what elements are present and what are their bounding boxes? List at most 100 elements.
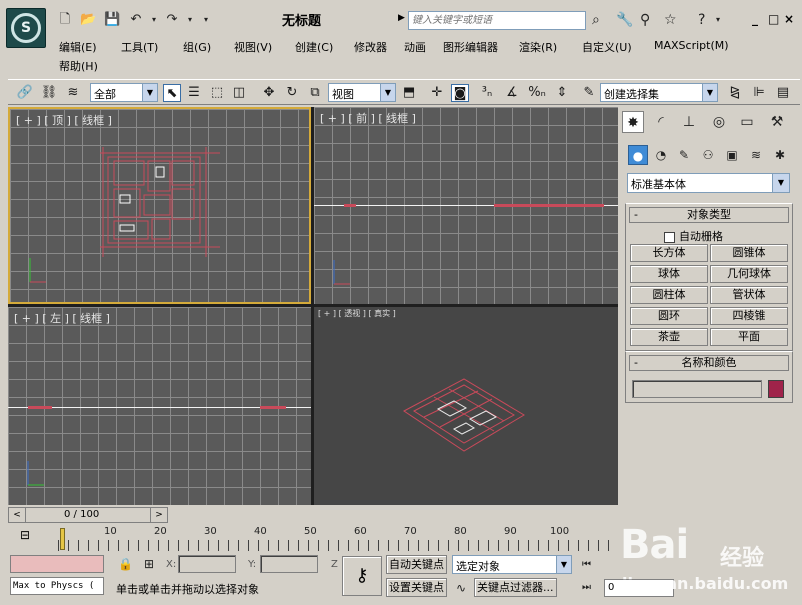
name-color-header[interactable]: - 名称和颜色 bbox=[629, 355, 789, 371]
layer-manager-icon[interactable]: ▤ bbox=[774, 84, 792, 102]
spinner-snap-icon[interactable]: ⇕ bbox=[553, 84, 571, 102]
viewport-front[interactable]: [ + ] [ 前 ] [ 线框 ] bbox=[314, 107, 618, 304]
help-icon[interactable]: ? bbox=[698, 12, 705, 28]
link-icon[interactable]: 🔗 bbox=[16, 84, 34, 102]
y-coordinate-field[interactable] bbox=[260, 555, 318, 573]
help-dropdown-icon[interactable]: ▾ bbox=[716, 12, 720, 28]
key-mode-toggle-icon[interactable]: ⏭ bbox=[582, 582, 591, 593]
select-object-icon[interactable]: ⬉ bbox=[163, 84, 181, 102]
geosphere-button[interactable]: 几何球体 bbox=[710, 265, 788, 283]
selection-filter-dropdown[interactable]: 全部 ▼ bbox=[90, 83, 158, 102]
percent-snap-icon[interactable]: %ₙ bbox=[528, 84, 546, 102]
utilities-tab-icon[interactable]: ⚒ bbox=[766, 111, 788, 133]
named-selection-dropdown[interactable]: 创建选择集 ▼ bbox=[600, 83, 718, 102]
viewport-top-label[interactable]: [ + ] [ 顶 ] [ 线框 ] bbox=[16, 112, 112, 128]
menu-create[interactable]: 创建(C) bbox=[295, 39, 333, 55]
reference-coordinate-dropdown[interactable]: 视图 ▼ bbox=[328, 83, 396, 102]
viewport-left-label[interactable]: [ + ] [ 左 ] [ 线框 ] bbox=[14, 310, 110, 326]
torus-button[interactable]: 圆环 bbox=[630, 307, 708, 325]
menu-rendering[interactable]: 渲染(R) bbox=[519, 39, 557, 55]
menu-modifiers[interactable]: 修改器 bbox=[354, 39, 387, 55]
create-tab-icon[interactable]: ✸ bbox=[622, 111, 644, 133]
next-frame-icon[interactable]: > bbox=[152, 508, 166, 522]
save-icon[interactable]: 💾 bbox=[104, 12, 120, 28]
new-file-icon[interactable]: 🗋 bbox=[57, 12, 73, 28]
search-input[interactable] bbox=[408, 11, 586, 30]
search-expand-icon[interactable]: ▶ bbox=[398, 13, 405, 23]
menu-views[interactable]: 视图(V) bbox=[234, 39, 272, 55]
app-logo-button[interactable]: S bbox=[6, 8, 46, 48]
viewport-front-label[interactable]: [ + ] [ 前 ] [ 线框 ] bbox=[320, 110, 416, 126]
cameras-subtab-icon[interactable]: ⚇ bbox=[698, 145, 718, 165]
box-button[interactable]: 长方体 bbox=[630, 244, 708, 262]
pivot-center-icon[interactable]: ⬒ bbox=[400, 84, 418, 102]
scale-icon[interactable]: ⧉ bbox=[306, 84, 324, 102]
helpers-subtab-icon[interactable]: ▣ bbox=[722, 145, 742, 165]
absolute-mode-icon[interactable]: ⊞ bbox=[144, 557, 154, 571]
cylinder-button[interactable]: 圆柱体 bbox=[630, 286, 708, 304]
menu-maxscript[interactable]: MAXScript(M) bbox=[654, 39, 729, 52]
key-filters-button[interactable]: 关键点过滤器... bbox=[474, 578, 557, 597]
selection-set-dropdown[interactable]: 选定对象 ▼ bbox=[452, 555, 572, 574]
minimize-button[interactable]: _ bbox=[752, 12, 758, 26]
mirror-icon[interactable]: ⧎ bbox=[726, 84, 744, 102]
object-name-field[interactable] bbox=[632, 380, 762, 398]
shapes-subtab-icon[interactable]: ◔ bbox=[651, 145, 671, 165]
tube-button[interactable]: 管状体 bbox=[710, 286, 788, 304]
prev-frame-icon[interactable]: < bbox=[10, 508, 24, 522]
geometry-subtab-icon[interactable]: ● bbox=[628, 145, 648, 165]
viewport-perspective-label[interactable]: [ + ] [ 透视 ] [ 真实 ] bbox=[318, 308, 396, 319]
modify-tab-icon[interactable]: ◜ bbox=[650, 111, 672, 133]
object-color-swatch[interactable] bbox=[768, 380, 784, 398]
maximize-button[interactable]: □ bbox=[768, 12, 779, 26]
cone-button[interactable]: 圆锥体 bbox=[710, 244, 788, 262]
close-button[interactable]: × bbox=[784, 12, 794, 26]
star-icon[interactable]: ☆ bbox=[664, 12, 677, 28]
rect-selection-region-icon[interactable]: ⬚ bbox=[208, 84, 226, 102]
satellite-icon[interactable]: ⚲ bbox=[640, 12, 650, 28]
object-type-header[interactable]: - 对象类型 bbox=[629, 207, 789, 223]
select-by-name-icon[interactable]: ☰ bbox=[185, 84, 203, 102]
menu-customize[interactable]: 自定义(U) bbox=[582, 39, 632, 55]
maxscript-listener-mini[interactable] bbox=[10, 555, 104, 573]
snaps-toggle-icon[interactable]: ³ₙ bbox=[478, 84, 496, 102]
keyboard-shortcut-override-icon[interactable]: ◙ bbox=[451, 84, 469, 102]
spacewarps-subtab-icon[interactable]: ≋ bbox=[746, 145, 766, 165]
time-marker[interactable] bbox=[60, 528, 65, 550]
undo-icon[interactable]: ↶ bbox=[128, 12, 144, 28]
menu-animation[interactable]: 动画 bbox=[404, 39, 426, 55]
pyramid-button[interactable]: 四棱锥 bbox=[710, 307, 788, 325]
systems-subtab-icon[interactable]: ✱ bbox=[770, 145, 790, 165]
x-coordinate-field[interactable] bbox=[178, 555, 236, 573]
set-key-button[interactable]: 设置关键点 bbox=[386, 578, 447, 597]
redo-dropdown-icon[interactable]: ▾ bbox=[182, 12, 198, 28]
rotate-icon[interactable]: ↻ bbox=[283, 84, 301, 102]
binoculars-icon[interactable]: ⌕ bbox=[592, 12, 600, 28]
menu-tools[interactable]: 工具(T) bbox=[121, 39, 158, 55]
menu-group[interactable]: 组(G) bbox=[183, 39, 211, 55]
teapot-button[interactable]: 茶壶 bbox=[630, 328, 708, 346]
open-mini-curve-editor-icon[interactable]: ⊟ bbox=[20, 528, 30, 542]
time-slider[interactable]: < 0 / 100 > bbox=[8, 507, 168, 523]
menu-graph-editors[interactable]: 图形编辑器 bbox=[443, 39, 498, 55]
autogrid-checkbox[interactable]: 自动栅格 bbox=[664, 228, 723, 244]
edit-named-selection-icon[interactable]: ✎ bbox=[580, 84, 598, 102]
viewport-perspective[interactable]: [ + ] [ 透视 ] [ 真实 ] bbox=[314, 307, 618, 505]
sphere-button[interactable]: 球体 bbox=[630, 265, 708, 283]
plane-button[interactable]: 平面 bbox=[710, 328, 788, 346]
menu-edit[interactable]: 编辑(E) bbox=[59, 39, 97, 55]
lock-icon[interactable]: 🔒 bbox=[118, 557, 133, 571]
menu-help[interactable]: 帮助(H) bbox=[59, 58, 98, 74]
window-crossing-icon[interactable]: ◫ bbox=[230, 84, 248, 102]
select-manipulate-icon[interactable]: ✛ bbox=[428, 84, 446, 102]
goto-start-icon[interactable]: ⏮ bbox=[582, 559, 591, 570]
default-in-out-tangent-icon[interactable]: ∿ bbox=[456, 581, 466, 595]
align-icon[interactable]: ⊫ bbox=[750, 84, 768, 102]
viewport-left[interactable]: [ + ] [ 左 ] [ 线框 ] bbox=[8, 307, 311, 505]
open-folder-icon[interactable]: 📂 bbox=[80, 12, 96, 28]
key-mode-icon[interactable]: ⚷ bbox=[342, 556, 382, 596]
wrench-icon[interactable]: 🔧 bbox=[616, 12, 633, 28]
angle-snap-icon[interactable]: ∡ bbox=[503, 84, 521, 102]
unlink-icon[interactable]: ⛓ bbox=[40, 84, 58, 102]
undo-dropdown-icon[interactable]: ▾ bbox=[146, 12, 162, 28]
